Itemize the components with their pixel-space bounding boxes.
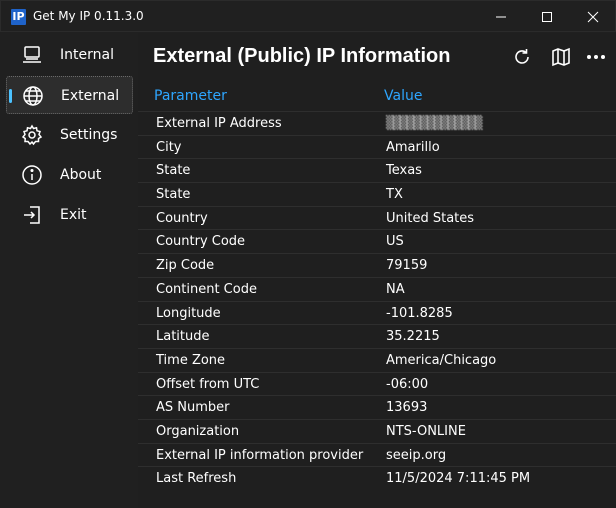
sidebar-item-label: Internal [60, 47, 114, 63]
refresh-icon [515, 49, 529, 64]
sidebar-item-label: Exit [60, 207, 87, 223]
info-icon [22, 165, 42, 185]
map-button[interactable] [549, 45, 573, 69]
cell-value: 13693 [386, 400, 428, 416]
sidebar-item-label: Settings [60, 127, 118, 143]
table-row[interactable]: External IP information provider seeip.or… [138, 442, 616, 467]
table-row[interactable]: Continent Code NA [138, 276, 616, 301]
cell-value: United States [386, 210, 475, 226]
cell-parameter: External IP Address [156, 116, 282, 131]
sidebar-item-settings[interactable]: Settings [6, 116, 133, 154]
table-row[interactable]: External IP Address ▒▒▒▒▒▒▒▒▒▒▒▒▒▒ [138, 111, 616, 135]
cell-parameter: Organization [156, 423, 240, 439]
cell-parameter: Country Code [156, 234, 246, 250]
table-row[interactable]: Longitude -101.8285 [138, 300, 616, 325]
cell-parameter: External IP information provider [156, 447, 364, 463]
table-row[interactable]: Last Refresh 11/5/2024 7:11:45 PM [138, 466, 616, 490]
cell-value: America/Chicago [386, 352, 497, 368]
table-row[interactable]: Country United States [138, 205, 616, 230]
cell-value: Texas [386, 163, 422, 179]
column-header-parameter[interactable]: Parameter [154, 88, 227, 104]
table-row[interactable]: State Texas [138, 158, 616, 182]
minimize-icon [496, 16, 506, 17]
gear-icon [21, 124, 43, 146]
cell-parameter: AS Number [156, 400, 230, 416]
cell-parameter: State [156, 163, 191, 179]
page-title: External (Public) IP Information [153, 45, 451, 67]
globe-icon [23, 86, 43, 106]
cell-parameter: Latitude [156, 329, 210, 345]
window-title: Get My IP 0.11.3.0 [33, 9, 144, 23]
cell-parameter: Zip Code [156, 258, 215, 274]
refresh-button[interactable] [510, 45, 534, 69]
cell-parameter: Continent Code [156, 281, 257, 297]
close-button[interactable] [570, 1, 616, 32]
more-icon [587, 55, 605, 59]
table-row[interactable]: State TX [138, 182, 616, 206]
sidebar: Internal External Settings About Exit [1, 33, 138, 507]
cell-value: NTS-ONLINE [386, 423, 466, 439]
cell-parameter: Longitude [156, 305, 221, 321]
table-row[interactable]: Offset from UTC -06:00 [138, 371, 616, 396]
cell-parameter: City [156, 139, 182, 155]
more-options-button[interactable] [584, 45, 608, 69]
cell-value: 35.2215 [386, 329, 440, 345]
cell-value-obscured: ▒▒▒▒▒▒▒▒▒▒▒▒▒▒ [386, 116, 483, 131]
title-bar[interactable]: IP Get My IP 0.11.3.0 [0, 0, 616, 32]
cell-parameter: State [156, 187, 191, 203]
column-header-value[interactable]: Value [384, 88, 422, 104]
sidebar-item-about[interactable]: About [6, 156, 133, 194]
cell-value: -06:00 [386, 376, 429, 392]
sidebar-item-internal[interactable]: Internal [6, 36, 133, 74]
exit-icon [24, 206, 40, 224]
table-row[interactable]: AS Number 13693 [138, 395, 616, 419]
table-row[interactable]: Country Code US [138, 229, 616, 253]
sidebar-item-exit[interactable]: Exit [6, 196, 133, 234]
sidebar-item-external[interactable]: External [6, 76, 133, 114]
maximize-icon [542, 11, 552, 22]
computer-icon [23, 46, 41, 63]
main-panel: External (Public) IP Information Paramet… [138, 33, 616, 508]
table-row[interactable]: Time Zone America/Chicago [138, 347, 616, 372]
cell-parameter: Offset from UTC [156, 376, 260, 392]
ip-info-table: Parameter Value External IP Address ▒▒▒▒▒… [138, 85, 616, 490]
table-header: Parameter Value [138, 85, 616, 111]
cell-value: -101.8285 [386, 305, 453, 321]
cell-value: 79159 [386, 258, 428, 274]
cell-value: US [386, 234, 404, 250]
cell-value: 11/5/2024 7:11:45 PM [386, 471, 531, 487]
table-row[interactable]: City Amarillo [138, 134, 616, 159]
app-icon: IP [11, 9, 26, 25]
cell-value: Amarillo [386, 139, 440, 155]
table-row[interactable]: Latitude 35.2215 [138, 324, 616, 348]
selection-indicator [9, 89, 12, 103]
minimize-button[interactable] [478, 1, 524, 32]
table-row[interactable]: Zip Code 79159 [138, 253, 616, 277]
cell-value: seeip.org [386, 447, 447, 463]
cell-value: NA [386, 281, 405, 297]
maximize-button[interactable] [524, 1, 570, 32]
sidebar-item-label: About [60, 167, 102, 183]
cell-parameter: Last Refresh [156, 471, 237, 487]
table-row[interactable]: Organization NTS-ONLINE [138, 418, 616, 443]
cell-parameter: Country [156, 210, 208, 226]
cell-value: TX [386, 187, 403, 203]
map-icon [552, 47, 570, 67]
cell-parameter: Time Zone [156, 352, 226, 368]
sidebar-item-label: External [61, 88, 120, 104]
close-icon [587, 11, 599, 22]
